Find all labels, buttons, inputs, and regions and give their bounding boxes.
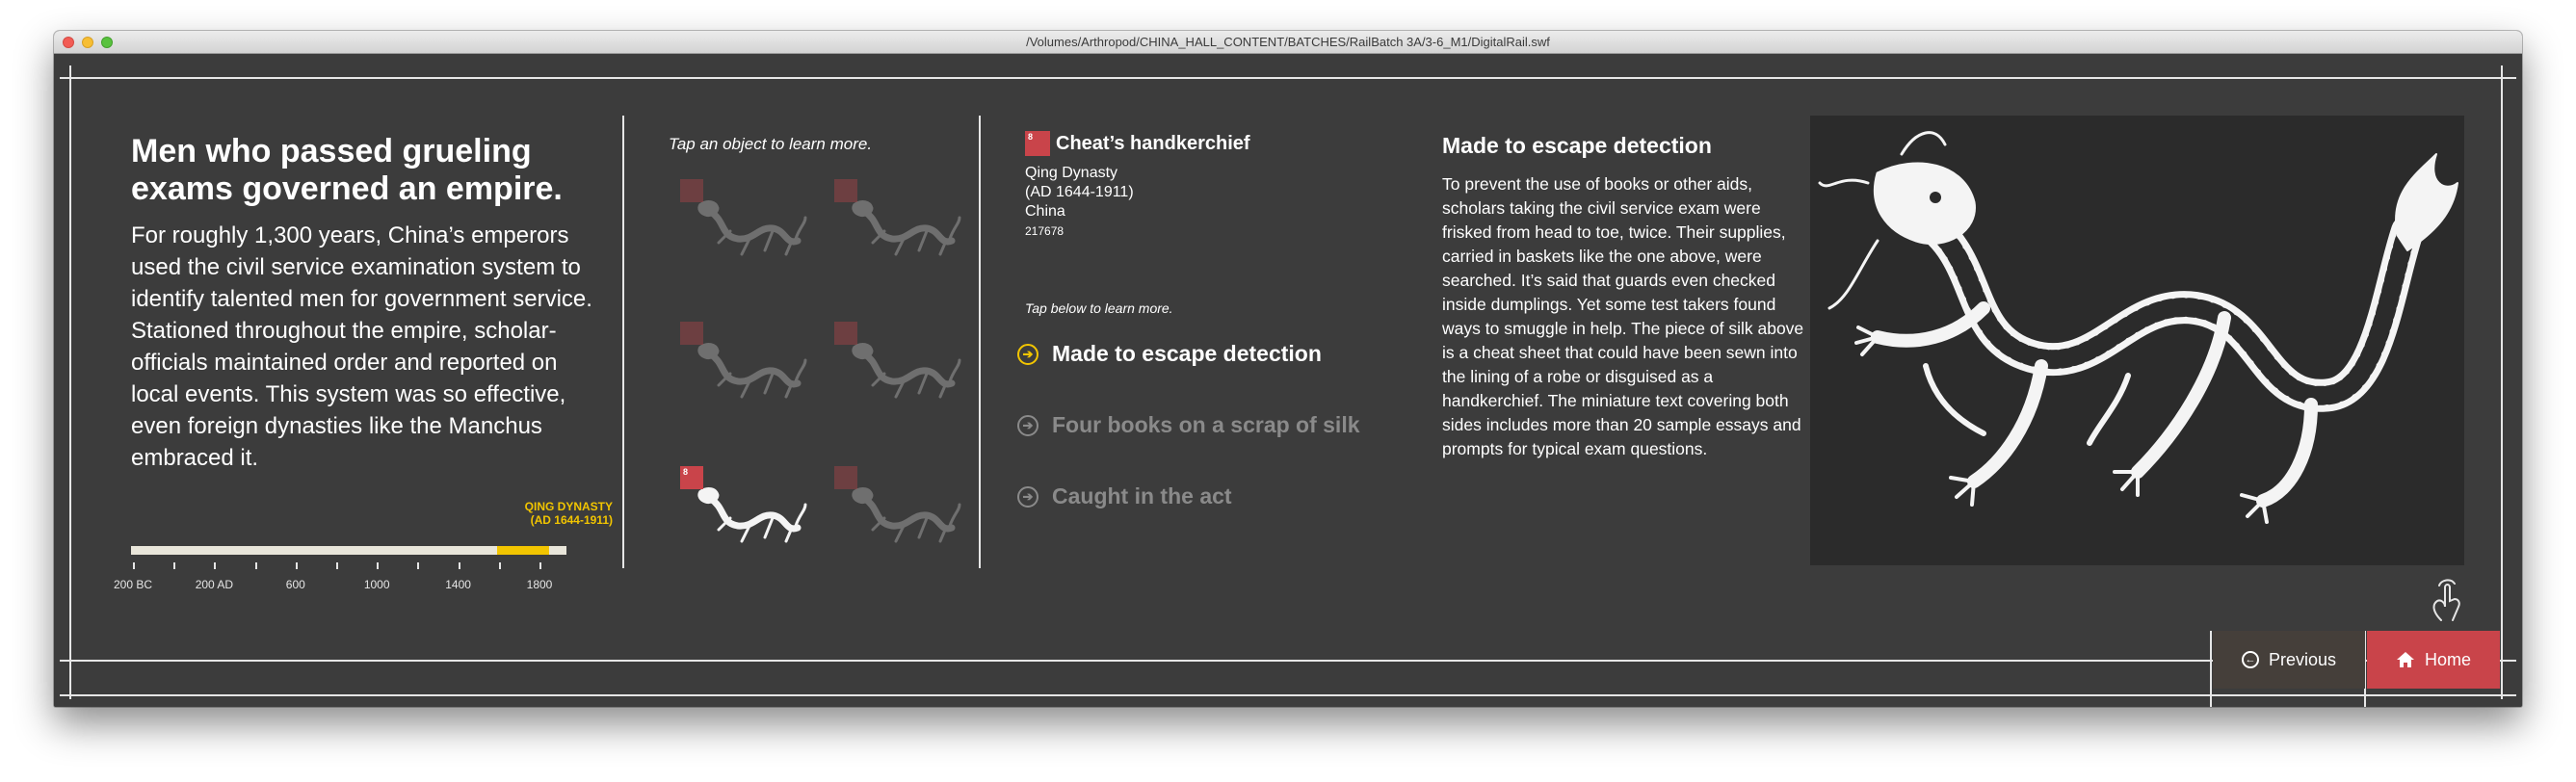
timeline-tick: [417, 562, 420, 569]
story-label: Four books on a scrap of silk: [1052, 412, 1360, 437]
intro-body: For roughly 1,300 years, China’s emperor…: [131, 222, 592, 471]
object-catalog-number: 217678: [1025, 224, 1065, 238]
timeline-tick-label: 200 BC: [113, 578, 153, 591]
story-label: Caught in the act: [1052, 483, 1232, 508]
frame-line-bottom: [60, 694, 2516, 696]
dragon-icon: [692, 480, 807, 551]
timeline-tick: [336, 562, 338, 569]
object-thumbnail[interactable]: [834, 179, 961, 256]
timeline-tick: [498, 562, 501, 569]
column-divider-2: [979, 116, 981, 568]
timeline-tick: [458, 562, 460, 569]
previous-label: Previous: [2268, 649, 2337, 669]
object-dates: (AD 1644-1911): [1025, 184, 1134, 200]
timeline-bar: [131, 546, 566, 555]
objects-instruction: Tap an object to learn more.: [669, 135, 873, 153]
object-place: China: [1025, 203, 1065, 220]
timeline-tick-label: 200 AD: [195, 578, 234, 591]
detail-title: Made to escape detection: [1442, 133, 1712, 158]
frame-line-right: [2501, 65, 2503, 699]
dragon-icon: [846, 335, 961, 406]
detail-body: To prevent the use of books or other aid…: [1442, 174, 1804, 458]
thumbnail-badge: [834, 466, 857, 489]
timeline-tick: [539, 562, 541, 569]
story-caught-in-the-act[interactable]: ➔ Caught in the act: [1017, 483, 1232, 509]
touch-gesture-icon: [2424, 576, 2468, 624]
object-image-panel: [1810, 116, 2464, 565]
arrow-left-circle-icon: ←: [2241, 651, 2259, 668]
timeline-tick-label: 1800: [526, 578, 553, 591]
object-thumbnail[interactable]: [834, 322, 961, 399]
dragon-icon: [846, 193, 961, 264]
timeline-tick: [214, 562, 217, 569]
timeline-tick-label: 1000: [363, 578, 390, 591]
frame-line-mid: [60, 660, 2516, 662]
timeline-era-label: QING DYNASTY (AD 1644-1911): [420, 500, 613, 527]
dragon-icon: [692, 193, 807, 264]
title-bar: /Volumes/Arthropod/CHINA_HALL_CONTENT/BA…: [54, 31, 2522, 54]
thumbnail-badge: [834, 322, 857, 345]
timeline-era-highlight: [496, 546, 549, 555]
timeline-tick: [173, 562, 176, 569]
object-number-badge: 8: [1025, 131, 1050, 156]
story-four-books-on-silk[interactable]: ➔ Four books on a scrap of silk: [1017, 412, 1360, 438]
home-button[interactable]: Home: [2367, 631, 2500, 689]
stories-instruction: Tap below to learn more.: [1025, 300, 1173, 316]
arrow-right-circle-icon: ➔: [1017, 414, 1038, 436]
timeline-tick-label: 600: [285, 578, 305, 591]
timeline-tick-label: 1400: [445, 578, 471, 591]
frame-line-nav-left: [2210, 631, 2212, 707]
home-label: Home: [2424, 649, 2471, 669]
story-made-to-escape-detection[interactable]: ➔ Made to escape detection: [1017, 341, 1322, 367]
thumbnail-badge: 8: [680, 466, 703, 489]
thumbnail-badge: [680, 322, 703, 345]
story-label: Made to escape detection: [1052, 341, 1322, 366]
object-thumbnail[interactable]: 8: [680, 466, 807, 543]
object-thumbnail[interactable]: [680, 179, 807, 256]
home-icon: [2396, 651, 2415, 668]
object-dynasty: Qing Dynasty: [1025, 165, 1118, 181]
previous-button[interactable]: ← Previous: [2213, 631, 2365, 689]
timeline-tick: [254, 562, 257, 569]
dragon-icon: [846, 480, 961, 551]
object-metadata: Qing Dynasty (AD 1644-1911) China 217678: [1025, 164, 1134, 241]
dragon-icon: [1818, 131, 2458, 524]
dragon-icon: [692, 335, 807, 406]
timeline-tick: [377, 562, 380, 569]
object-thumbnail[interactable]: [680, 322, 807, 399]
frame-line-left: [69, 65, 71, 699]
era-name: QING DYNASTY: [524, 500, 613, 513]
arrow-right-circle-icon: ➔: [1017, 343, 1038, 365]
exhibit-stage: Men who passed grueling exams governed a…: [54, 54, 2522, 707]
arrow-right-circle-icon: ➔: [1017, 485, 1038, 508]
thumbnail-badge: [680, 179, 703, 202]
object-title: Cheat’s handkerchief: [1056, 133, 1250, 154]
intro-heading: Men who passed grueling exams governed a…: [131, 133, 563, 207]
object-thumbnail[interactable]: [834, 466, 961, 543]
column-divider-1: [622, 116, 624, 568]
thumbnail-badge: [834, 179, 857, 202]
timeline-tick: [133, 562, 135, 569]
window-title: /Volumes/Arthropod/CHINA_HALL_CONTENT/BA…: [1026, 35, 1550, 49]
timeline-tick: [295, 562, 298, 569]
era-range: (AD 1644-1911): [530, 513, 613, 527]
frame-line-top: [60, 77, 2516, 79]
app-window: /Volumes/Arthropod/CHINA_HALL_CONTENT/BA…: [54, 31, 2522, 707]
